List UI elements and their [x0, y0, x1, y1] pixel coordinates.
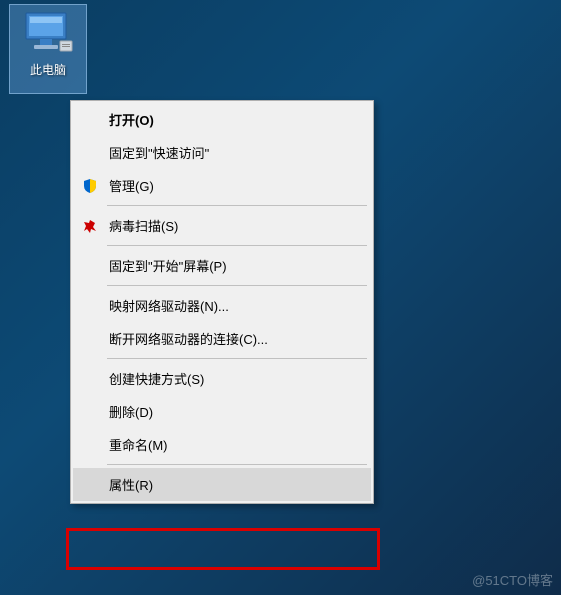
menu-label: 管理(G): [109, 176, 154, 195]
menu-label: 重命名(M): [109, 435, 168, 454]
menu-item-manage[interactable]: 管理(G): [73, 169, 371, 202]
menu-item-properties[interactable]: 属性(R): [73, 468, 371, 501]
annotation-highlight-box: [66, 528, 380, 570]
context-menu: 打开(O) 固定到"快速访问" 管理(G) 病毒扫描(S) 固定到"开始"屏幕(…: [70, 100, 374, 504]
menu-separator: [107, 285, 367, 286]
menu-label: 打开(O): [109, 110, 154, 129]
desktop-icon-this-pc[interactable]: 此电脑: [9, 4, 87, 94]
menu-item-create-shortcut[interactable]: 创建快捷方式(S): [73, 362, 371, 395]
menu-label: 创建快捷方式(S): [109, 369, 204, 388]
shield-icon: [81, 177, 99, 195]
menu-separator: [107, 358, 367, 359]
menu-label: 固定到"开始"屏幕(P): [109, 256, 227, 275]
menu-item-delete[interactable]: 删除(D): [73, 395, 371, 428]
menu-item-map-network-drive[interactable]: 映射网络驱动器(N)...: [73, 289, 371, 322]
menu-item-rename[interactable]: 重命名(M): [73, 428, 371, 461]
menu-label: 映射网络驱动器(N)...: [109, 296, 229, 315]
menu-item-pin-quick-access[interactable]: 固定到"快速访问": [73, 136, 371, 169]
menu-item-virus-scan[interactable]: 病毒扫描(S): [73, 209, 371, 242]
menu-separator: [107, 245, 367, 246]
desktop-icon-label: 此电脑: [30, 61, 66, 78]
menu-item-pin-start[interactable]: 固定到"开始"屏幕(P): [73, 249, 371, 282]
menu-separator: [107, 464, 367, 465]
menu-separator: [107, 205, 367, 206]
menu-item-open[interactable]: 打开(O): [73, 103, 371, 136]
menu-item-disconnect-network-drive[interactable]: 断开网络驱动器的连接(C)...: [73, 322, 371, 355]
menu-label: 病毒扫描(S): [109, 216, 178, 235]
menu-label: 断开网络驱动器的连接(C)...: [109, 329, 268, 348]
menu-label: 删除(D): [109, 402, 153, 421]
computer-icon: [22, 11, 74, 53]
antivirus-icon: [81, 217, 99, 235]
menu-label: 属性(R): [109, 475, 153, 494]
watermark: @51CTO博客: [472, 570, 553, 589]
menu-label: 固定到"快速访问": [109, 143, 209, 162]
